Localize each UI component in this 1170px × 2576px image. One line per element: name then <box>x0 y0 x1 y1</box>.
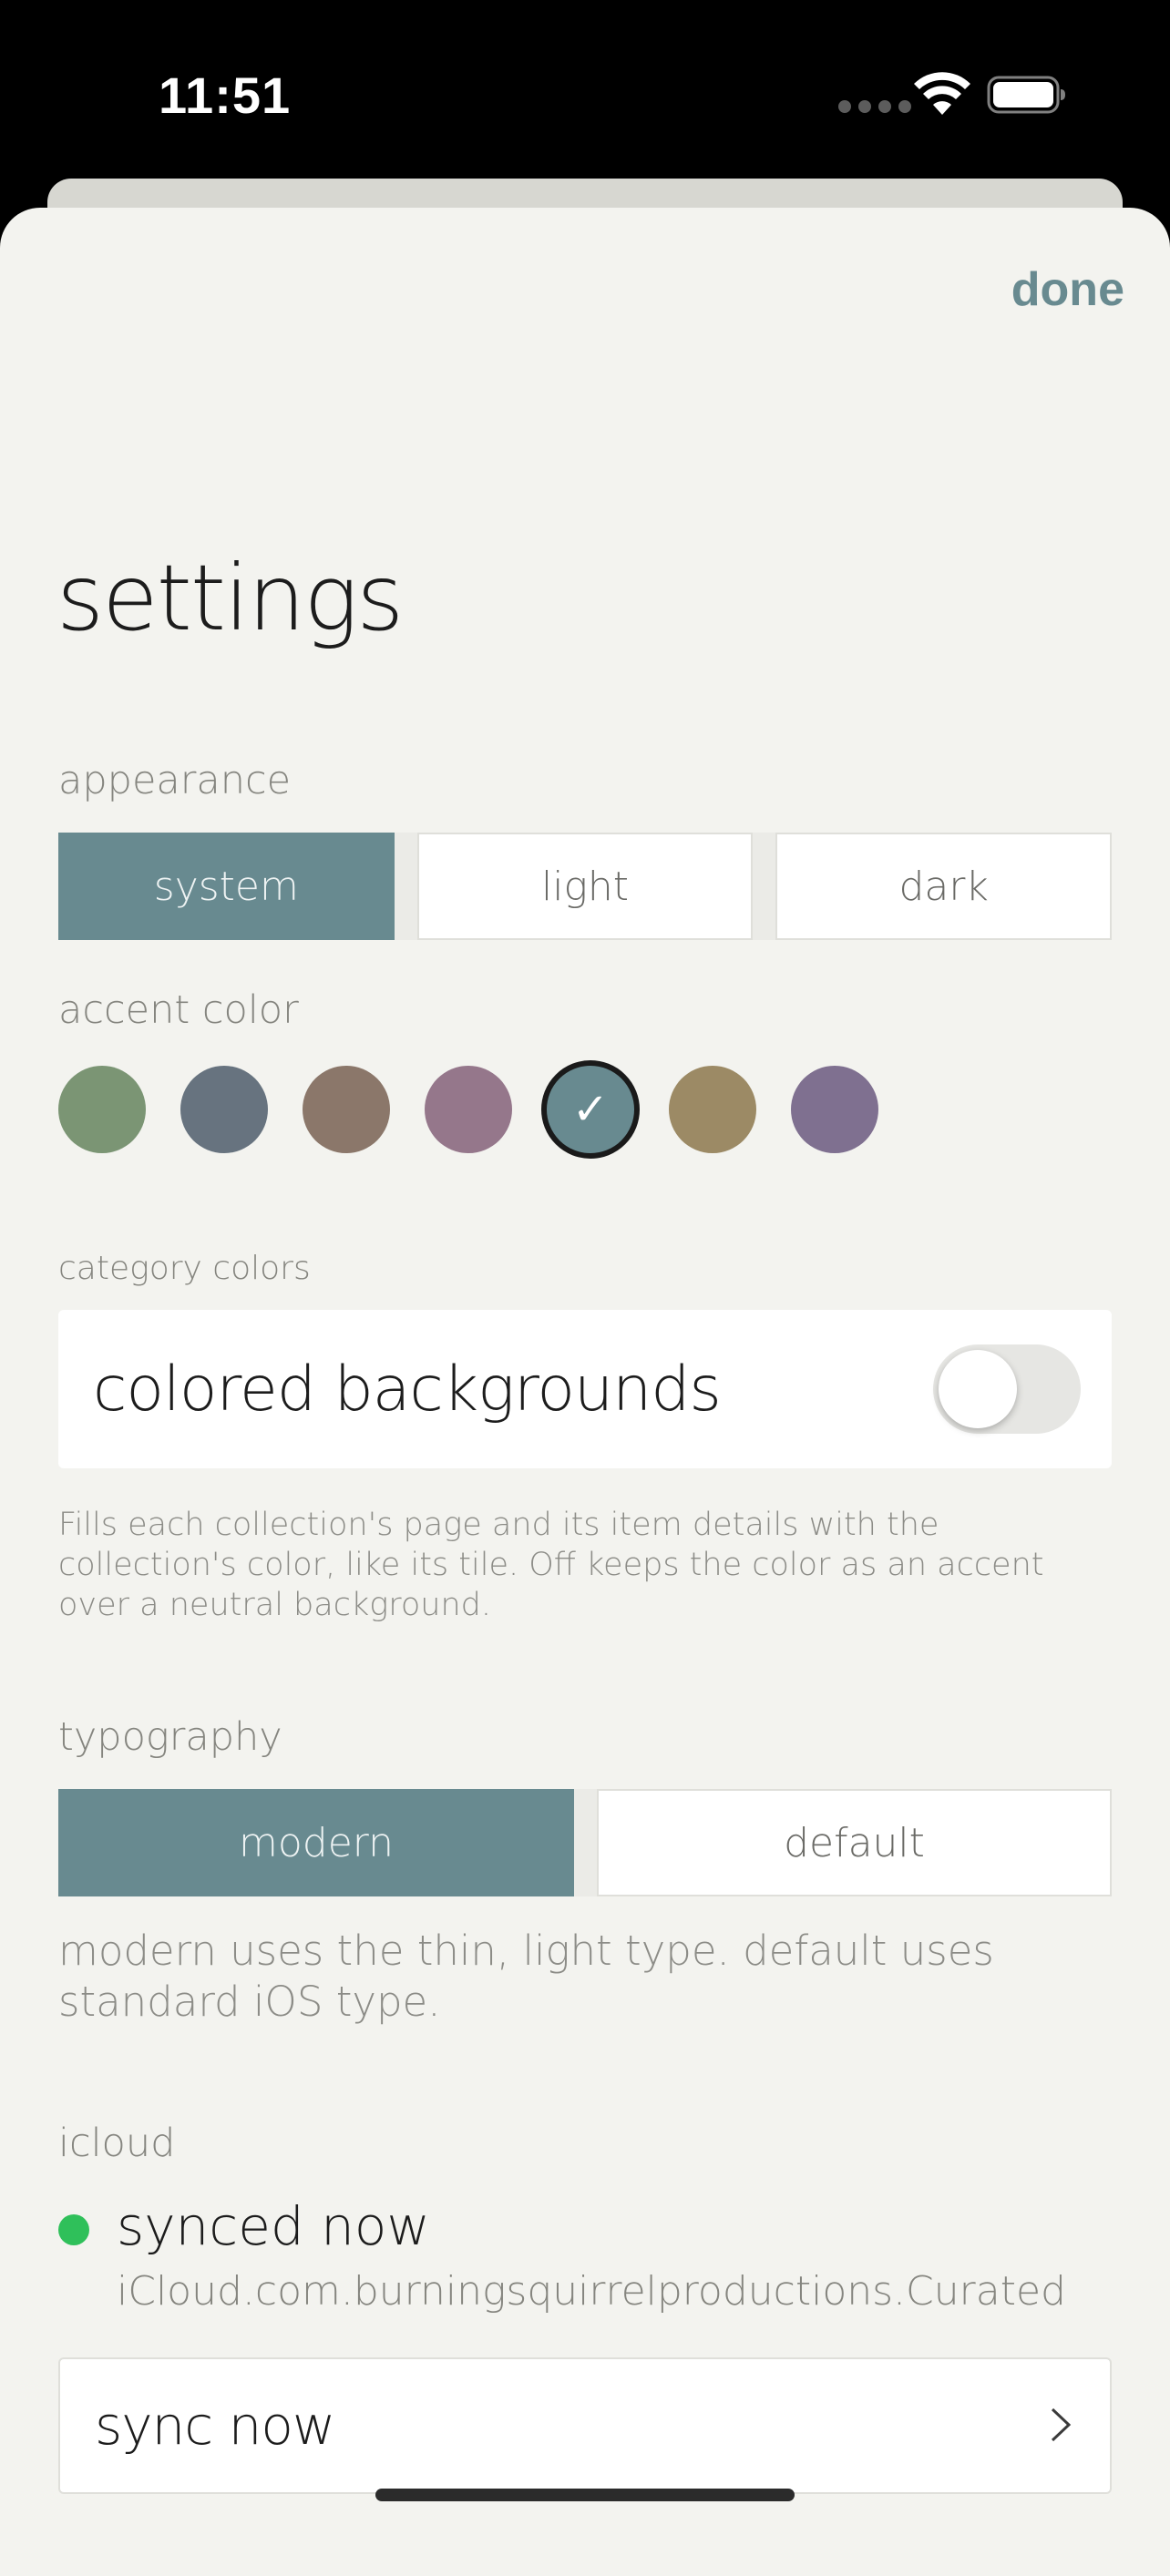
icloud-label: icloud <box>58 2121 176 2166</box>
battery-icon <box>987 76 1065 114</box>
sync-now-label: sync now <box>95 2395 335 2457</box>
appearance-option-dark[interactable]: dark <box>775 833 1113 940</box>
colored-backgrounds-row: colored backgrounds <box>58 1310 1112 1468</box>
typography-option-default[interactable]: default <box>597 1789 1112 1896</box>
accent-swatch-purple[interactable] <box>791 1066 878 1153</box>
accent-swatch-green[interactable] <box>58 1066 146 1153</box>
chevron-right-icon <box>1051 2407 1072 2442</box>
typography-option-modern[interactable]: modern <box>58 1789 574 1896</box>
settings-sheet: done settings appearance system light da… <box>0 208 1170 2576</box>
accent-swatch-teal[interactable]: ✓ <box>541 1060 640 1159</box>
category-colors-label: category colors <box>58 1250 311 1287</box>
colored-backgrounds-toggle[interactable] <box>933 1344 1081 1434</box>
done-button[interactable]: done <box>1011 262 1124 317</box>
page-title: settings <box>56 545 404 651</box>
status-bar: 11:51 <box>0 0 1170 182</box>
appearance-label: appearance <box>58 758 292 803</box>
appearance-segmented-control: system light dark <box>58 833 1113 940</box>
accent-swatch-mauve[interactable] <box>425 1066 512 1153</box>
colored-backgrounds-label: colored backgrounds <box>93 1353 722 1426</box>
appearance-option-system[interactable]: system <box>58 833 395 940</box>
accent-swatch-brown[interactable] <box>303 1066 390 1153</box>
category-colors-help: Fills each collection's page and its ite… <box>58 1507 1044 1623</box>
cellular-signal-icon <box>838 100 911 113</box>
icloud-container-id: iCloud.com.burningsquirrelproductions.Cu… <box>117 2268 1066 2315</box>
wifi-icon <box>914 72 970 115</box>
sync-status-indicator <box>58 2214 89 2245</box>
accent-swatch-ochre[interactable] <box>669 1066 756 1153</box>
accent-swatch-slate[interactable] <box>180 1066 268 1153</box>
home-indicator <box>375 2489 795 2501</box>
accent-color-picker: ✓ <box>58 1060 878 1159</box>
accent-color-label: accent color <box>58 987 299 1033</box>
typography-help: modern uses the thin, light type. defaul… <box>58 1927 994 2026</box>
typography-segmented-control: modern default <box>58 1789 1112 1896</box>
sync-status-text: synced now <box>117 2195 430 2257</box>
checkmark-icon: ✓ <box>571 1084 610 1135</box>
typography-label: typography <box>58 1714 282 1760</box>
sync-now-button[interactable]: sync now <box>58 2357 1112 2494</box>
status-time: 11:51 <box>159 66 292 124</box>
appearance-option-light[interactable]: light <box>416 833 754 940</box>
toggle-knob <box>939 1350 1017 1428</box>
